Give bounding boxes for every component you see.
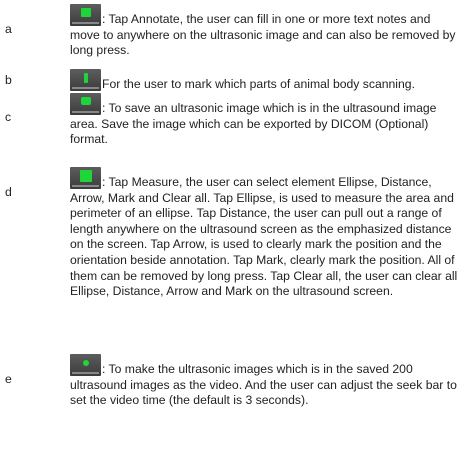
annotate-icon [70, 4, 101, 26]
item-text: : Tap Annotate, the user can fill in one… [70, 4, 462, 59]
item-letter: c [5, 110, 12, 124]
item-letter: a [5, 22, 12, 36]
document-page: a : Tap Annotate, the user can fill in o… [0, 0, 468, 455]
item-text: : To save an ultrasonic image which is i… [70, 93, 462, 148]
item-letter: b [5, 73, 12, 87]
item-letter: d [5, 185, 12, 199]
item-letter: e [5, 372, 12, 386]
save-image-icon [70, 93, 101, 115]
item-text: For the user to mark which parts of anim… [70, 69, 462, 93]
item-text: : Tap Measure, the user can select eleme… [70, 167, 462, 300]
measure-icon [70, 167, 101, 189]
body-mark-icon [70, 69, 101, 91]
item-text: : To make the ultrasonic images which is… [70, 354, 462, 409]
save-video-icon [70, 354, 101, 376]
